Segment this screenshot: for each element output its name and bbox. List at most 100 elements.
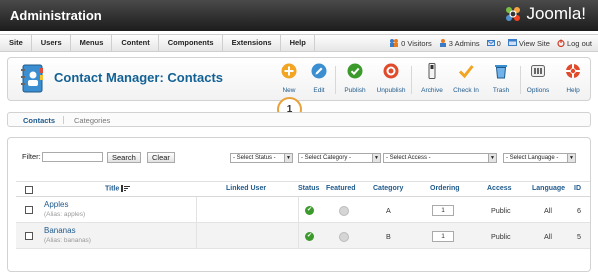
page-title: Contact Manager: Contacts <box>54 70 224 85</box>
header-ordering[interactable]: Ordering <box>430 185 460 192</box>
joomla-logo[interactable]: Joomla! <box>503 4 586 24</box>
row-checkbox[interactable] <box>25 232 33 240</box>
publish-button[interactable]: Publish <box>337 63 373 94</box>
admins-status: 3 Admins <box>439 39 480 48</box>
header-linked-user: Linked User <box>226 185 267 192</box>
header-language[interactable]: Language <box>532 185 565 192</box>
publish-label: Publish <box>344 87 366 94</box>
lifebuoy-icon <box>566 64 580 78</box>
toolbar-divider <box>411 66 412 94</box>
header-access[interactable]: Access <box>487 185 512 192</box>
plus-icon <box>281 63 297 79</box>
row-title-link[interactable]: Bananas <box>44 226 76 235</box>
checkmark-icon <box>458 65 474 79</box>
ordering-input[interactable]: 1 <box>432 205 454 216</box>
column-divider <box>196 223 197 249</box>
options-button[interactable]: Options <box>520 63 556 94</box>
help-label: Help <box>566 87 580 94</box>
language-select[interactable]: - Select Language - ▼ <box>503 153 576 163</box>
messages-count: 0 <box>496 38 501 48</box>
header-title-label: Title <box>105 185 120 193</box>
row-category: B <box>386 232 391 241</box>
header-status[interactable]: Status <box>298 185 319 192</box>
featured-toggle-icon[interactable] <box>339 206 349 216</box>
featured-toggle-icon[interactable] <box>339 232 349 242</box>
menu-menus[interactable]: Menus <box>71 35 113 51</box>
header-featured[interactable]: Featured <box>326 185 356 192</box>
admins-icon <box>439 39 446 47</box>
tab-divider <box>63 116 64 124</box>
joomla-logo-icon <box>506 7 521 21</box>
menu-help[interactable]: Help <box>281 35 315 51</box>
admin-header: Administration Joomla! <box>0 0 598 31</box>
row-checkbox[interactable] <box>25 206 33 214</box>
logout-icon <box>557 39 565 47</box>
toolbar-divider <box>335 66 336 94</box>
status-area: 0 Visitors 3 Admins 0 View Site Log out <box>382 35 592 51</box>
tab-categories[interactable]: Categories <box>74 116 110 125</box>
subnav: Contacts Categories <box>7 112 591 127</box>
trash-icon <box>495 65 507 79</box>
logout-label: Log out <box>566 38 592 48</box>
row-access: Public <box>491 206 511 215</box>
tab-contacts[interactable]: Contacts <box>23 116 55 125</box>
menu-users[interactable]: Users <box>32 35 71 51</box>
check-in-label: Check In <box>453 87 479 94</box>
menu-site[interactable]: Site <box>0 35 32 51</box>
messages-status[interactable]: 0 <box>486 38 501 48</box>
pencil-icon <box>311 63 327 79</box>
archive-button[interactable]: Archive <box>414 63 450 94</box>
check-in-button[interactable]: Check In <box>448 63 484 94</box>
visitors-icon <box>390 39 399 47</box>
unpublish-button[interactable]: Unpublish <box>373 63 409 94</box>
edit-button[interactable]: Edit <box>301 63 337 94</box>
header-id[interactable]: ID <box>574 185 581 192</box>
logout-link[interactable]: Log out <box>557 39 592 48</box>
filter-search-input[interactable] <box>42 152 103 162</box>
archive-label: Archive <box>421 87 443 94</box>
options-icon <box>531 65 545 77</box>
sort-icon <box>121 185 131 192</box>
menu-content[interactable]: Content <box>112 35 159 51</box>
row-language: All <box>544 206 552 215</box>
edit-label: Edit <box>313 87 325 94</box>
row-access: Public <box>491 232 511 241</box>
admins-count: 3 Admins <box>448 38 480 48</box>
check-circle-icon <box>347 63 363 79</box>
header-category[interactable]: Category <box>373 185 403 192</box>
admin-title: Administration <box>10 8 102 23</box>
select-all-checkbox[interactable] <box>25 186 33 194</box>
view-site-label: View Site <box>518 38 550 48</box>
row-id: 5 <box>577 232 581 241</box>
menu-components[interactable]: Components <box>159 35 223 51</box>
trash-button[interactable]: Trash <box>483 63 519 94</box>
table-header: Title Linked User Status Featured Catego… <box>16 181 590 197</box>
access-select[interactable]: - Select Access - ▼ <box>383 153 497 163</box>
visitors-status: 0 Visitors <box>389 39 432 48</box>
clear-button[interactable]: Clear <box>147 152 175 163</box>
row-title-link[interactable]: Apples <box>44 200 68 209</box>
status-select[interactable]: - Select Status - ▼ <box>230 153 293 163</box>
unpublish-icon <box>383 63 399 79</box>
header-title[interactable]: Title <box>105 185 131 193</box>
category-select[interactable]: - Select Category - ▼ <box>298 153 381 163</box>
column-divider <box>298 197 299 223</box>
status-select-value: - Select Status - <box>233 155 276 161</box>
published-icon[interactable]: ✔ <box>305 232 314 241</box>
toolbar: Contact Manager: Contacts New Edit Publi… <box>7 57 591 101</box>
chevron-down-icon: ▼ <box>284 154 292 162</box>
published-icon[interactable]: ✔ <box>305 206 314 215</box>
menu-extensions[interactable]: Extensions <box>223 35 281 51</box>
search-button[interactable]: Search <box>107 152 141 163</box>
menu-bar: Site Users Menus Content Components Exte… <box>0 34 598 52</box>
ordering-input[interactable]: 1 <box>432 231 454 242</box>
row-id: 6 <box>577 206 581 215</box>
help-button[interactable]: Help <box>555 63 591 94</box>
filter-label: Filter: <box>22 152 41 161</box>
row-alias: (Alias: bananas) <box>44 237 91 244</box>
trash-label: Trash <box>492 87 510 94</box>
unpublish-label: Unpublish <box>376 87 406 94</box>
row-category: A <box>386 206 391 215</box>
view-site-link[interactable]: View Site <box>507 38 550 48</box>
view-site-icon <box>507 39 517 46</box>
